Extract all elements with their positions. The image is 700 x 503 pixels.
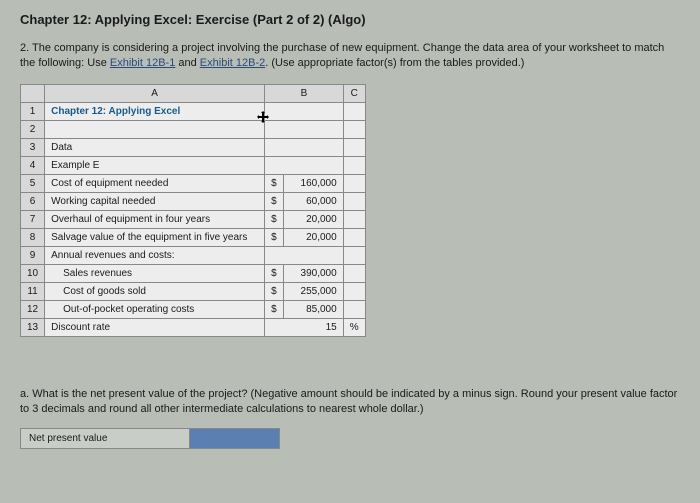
- cell-c8[interactable]: [343, 228, 365, 246]
- cell-b10-curr[interactable]: $: [265, 264, 284, 282]
- cell-b3[interactable]: [265, 138, 344, 156]
- row-num-5: 5: [21, 174, 45, 192]
- answer-row: Net present value: [20, 428, 280, 449]
- npv-label: Net present value: [21, 429, 189, 448]
- cell-b11-curr[interactable]: $: [265, 282, 284, 300]
- cell-a1[interactable]: Chapter 12: Applying Excel: [45, 102, 265, 120]
- row-num-8: 8: [21, 228, 45, 246]
- row-num-12: 12: [21, 300, 45, 318]
- cell-b4[interactable]: [265, 156, 344, 174]
- cell-b5[interactable]: 160,000: [283, 174, 343, 192]
- cell-a4[interactable]: Example E: [45, 156, 265, 174]
- corner-cell: [21, 84, 45, 102]
- row-num-7: 7: [21, 210, 45, 228]
- cell-a3[interactable]: Data: [45, 138, 265, 156]
- cell-c2[interactable]: [343, 120, 365, 138]
- cell-b1[interactable]: [265, 102, 344, 120]
- cell-b12-curr[interactable]: $: [265, 300, 284, 318]
- cell-c12[interactable]: [343, 300, 365, 318]
- cell-b7[interactable]: 20,000: [283, 210, 343, 228]
- cell-a12[interactable]: Out-of-pocket operating costs: [45, 300, 265, 318]
- cell-c9[interactable]: [343, 246, 365, 264]
- row-num-4: 4: [21, 156, 45, 174]
- cell-b2[interactable]: [265, 120, 344, 138]
- cell-c11[interactable]: [343, 282, 365, 300]
- question-text: 2. The company is considering a project …: [20, 41, 680, 72]
- question-suffix: . (Use appropriate factor(s) from the ta…: [265, 57, 524, 69]
- cell-a1-text: Chapter 12: Applying Excel: [51, 106, 180, 117]
- sub-question-a: a. What is the net present value of the …: [20, 387, 680, 418]
- cell-b5-curr[interactable]: $: [265, 174, 284, 192]
- cell-b6[interactable]: 60,000: [283, 192, 343, 210]
- col-header-c: C: [343, 84, 365, 102]
- cell-a13[interactable]: Discount rate: [45, 318, 265, 336]
- cell-c5[interactable]: [343, 174, 365, 192]
- row-num-11: 11: [21, 282, 45, 300]
- cell-b11[interactable]: 255,000: [283, 282, 343, 300]
- row-num-1: 1: [21, 102, 45, 120]
- cell-c10[interactable]: [343, 264, 365, 282]
- cell-b8[interactable]: 20,000: [283, 228, 343, 246]
- cell-c3[interactable]: [343, 138, 365, 156]
- cell-b6-curr[interactable]: $: [265, 192, 284, 210]
- col-header-b: B: [265, 84, 344, 102]
- cell-a5[interactable]: Cost of equipment needed: [45, 174, 265, 192]
- cell-a6[interactable]: Working capital needed: [45, 192, 265, 210]
- npv-input[interactable]: [189, 429, 279, 448]
- cell-b10[interactable]: 390,000: [283, 264, 343, 282]
- cell-a9[interactable]: Annual revenues and costs:: [45, 246, 265, 264]
- row-num-9: 9: [21, 246, 45, 264]
- row-num-2: 2: [21, 120, 45, 138]
- cell-c13[interactable]: %: [343, 318, 365, 336]
- cell-c1[interactable]: [343, 102, 365, 120]
- spreadsheet-table: A B C 1 Chapter 12: Applying Excel 2 3 D…: [20, 84, 366, 337]
- row-num-10: 10: [21, 264, 45, 282]
- col-header-a: A: [45, 84, 265, 102]
- cell-a10[interactable]: Sales revenues: [45, 264, 265, 282]
- row-num-3: 3: [21, 138, 45, 156]
- cell-c4[interactable]: [343, 156, 365, 174]
- cell-b12[interactable]: 85,000: [283, 300, 343, 318]
- question-mid: and: [175, 57, 199, 69]
- exhibit-link-1[interactable]: Exhibit 12B-1: [110, 57, 175, 69]
- cell-a8[interactable]: Salvage value of the equipment in five y…: [45, 228, 265, 246]
- row-num-6: 6: [21, 192, 45, 210]
- cell-a7[interactable]: Overhaul of equipment in four years: [45, 210, 265, 228]
- cell-a11[interactable]: Cost of goods sold: [45, 282, 265, 300]
- cell-b13[interactable]: 15: [265, 318, 344, 336]
- cell-a2[interactable]: [45, 120, 265, 138]
- exhibit-link-2[interactable]: Exhibit 12B-2: [200, 57, 265, 69]
- page-title: Chapter 12: Applying Excel: Exercise (Pa…: [20, 12, 680, 27]
- cell-b8-curr[interactable]: $: [265, 228, 284, 246]
- cell-b9[interactable]: [265, 246, 344, 264]
- row-num-13: 13: [21, 318, 45, 336]
- cell-c6[interactable]: [343, 192, 365, 210]
- cell-b7-curr[interactable]: $: [265, 210, 284, 228]
- cell-c7[interactable]: [343, 210, 365, 228]
